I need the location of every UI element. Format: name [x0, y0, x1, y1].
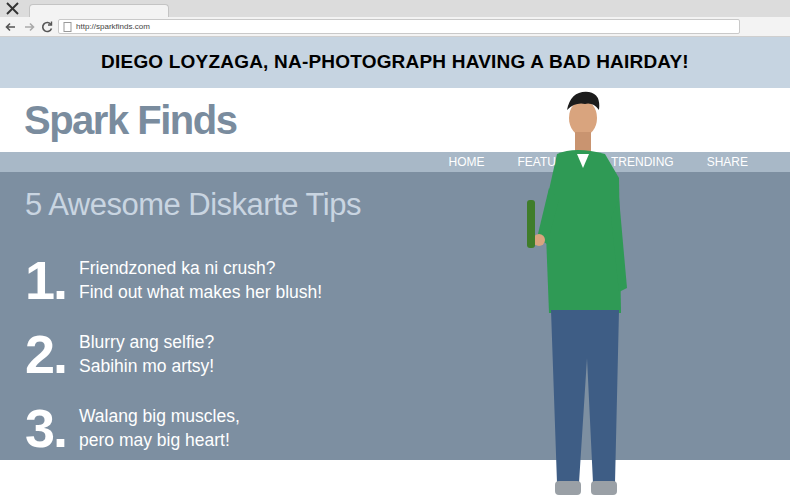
nav-link[interactable]: HOME: [449, 152, 485, 172]
tip-line: Sabihin mo artsy!: [79, 354, 214, 378]
address-row: http://sparkfinds.com: [0, 17, 790, 37]
nav-link[interactable]: SHARE: [707, 152, 748, 172]
browser-tab[interactable]: [29, 4, 169, 17]
tip-number: 3.: [25, 401, 71, 455]
site-logo[interactable]: Spark Finds: [24, 100, 236, 140]
back-arrow-icon[interactable]: [4, 20, 18, 34]
tips-list: 1.Friendzoned ka ni crush?Find out what …: [25, 253, 765, 455]
tip-line: Find out what makes her blush!: [79, 280, 322, 304]
tip-line: Blurry ang selfie?: [79, 330, 214, 354]
site-nav: HOME FEATU TRENDING SHARE: [0, 152, 790, 172]
tip-number: 2.: [25, 327, 71, 381]
tip-line: pero may big heart!: [79, 428, 240, 452]
site-header: Spark Finds: [0, 88, 790, 152]
article-panel: 5 Awesome Diskarte Tips1.Friendzoned ka …: [0, 172, 790, 460]
person-photo: [515, 88, 635, 498]
url-text: http://sparkfinds.com: [76, 20, 150, 33]
tip-text: Walang big muscles,pero may big heart!: [79, 404, 240, 452]
nav-link[interactable]: FEATU: [518, 152, 556, 172]
tip-text: Friendzoned ka ni crush?Find out what ma…: [79, 256, 322, 304]
url-field[interactable]: http://sparkfinds.com: [58, 19, 740, 34]
tip-item: 3.Walang big muscles,pero may big heart!: [25, 401, 765, 455]
nav-link[interactable]: TRENDING: [611, 152, 674, 172]
headline-banner: DIEGO LOYZAGA, NA-PHOTOGRAPH HAVING A BA…: [0, 37, 790, 88]
headline-text: DIEGO LOYZAGA, NA-PHOTOGRAPH HAVING A BA…: [101, 48, 689, 77]
tip-number: 1.: [25, 253, 71, 307]
tip-line: Friendzoned ka ni crush?: [79, 256, 322, 280]
browser-window: http://sparkfinds.com DIEGO LOYZAGA, NA-P…: [0, 0, 790, 498]
tip-item: 1.Friendzoned ka ni crush?Find out what …: [25, 253, 765, 307]
page-icon: [63, 22, 72, 32]
article-title: 5 Awesome Diskarte Tips: [25, 186, 765, 223]
close-icon[interactable]: [4, 0, 21, 17]
tab-bar: [0, 0, 790, 17]
reload-icon[interactable]: [40, 20, 54, 34]
tip-line: Walang big muscles,: [79, 404, 240, 428]
tip-text: Blurry ang selfie?Sabihin mo artsy!: [79, 330, 214, 378]
tip-item: 2.Blurry ang selfie?Sabihin mo artsy!: [25, 327, 765, 381]
forward-arrow-icon[interactable]: [22, 20, 36, 34]
